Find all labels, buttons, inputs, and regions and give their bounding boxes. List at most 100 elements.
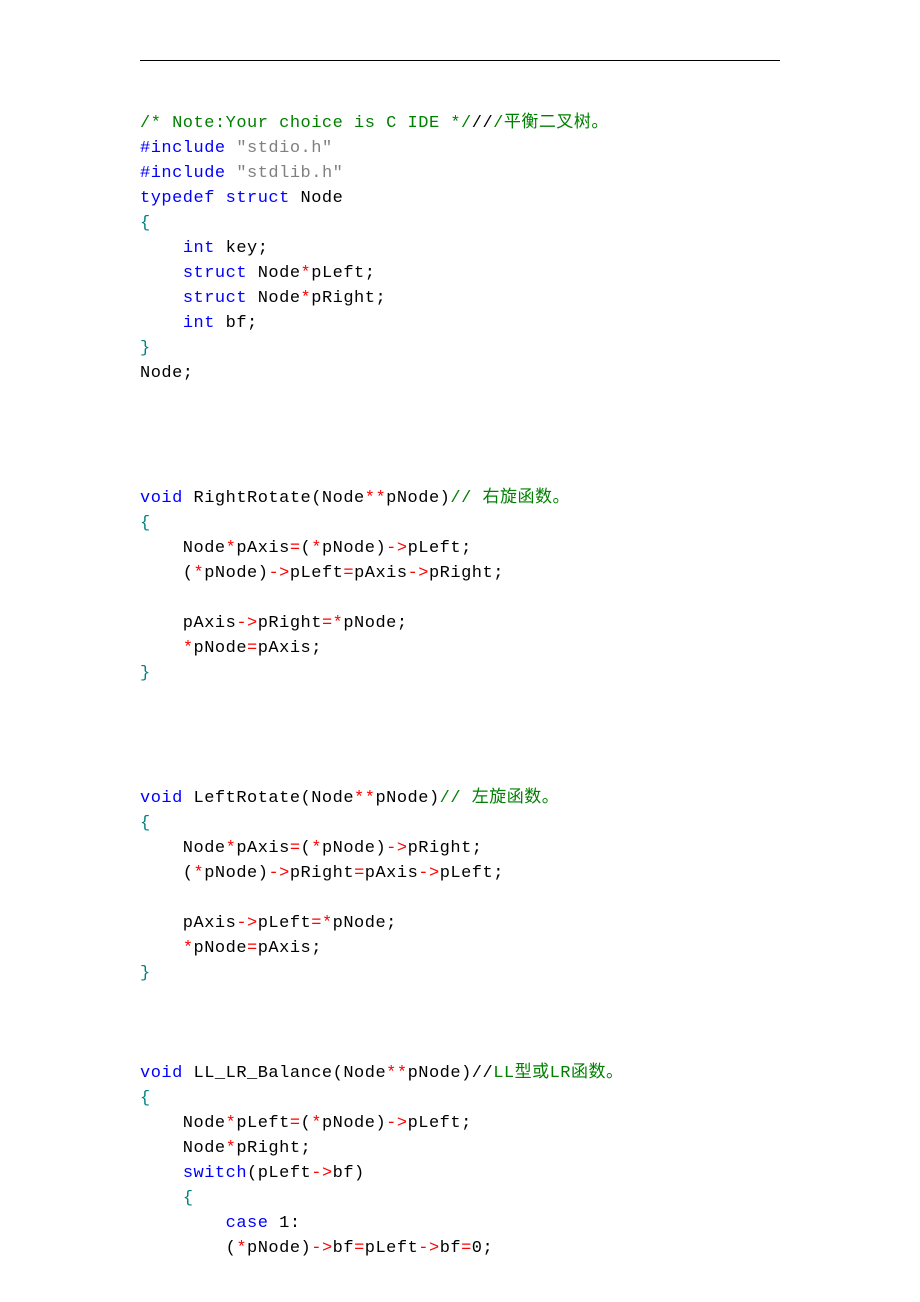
code-line: { (140, 511, 780, 536)
code-token (140, 1164, 183, 1183)
code-token: // (472, 114, 493, 133)
code-token: key; (215, 239, 269, 258)
code-token: =* (311, 914, 332, 933)
code-token: ( (301, 539, 312, 558)
code-token: * (301, 289, 312, 308)
code-token: * (226, 1114, 237, 1133)
code-line: pAxis->pRight=*pNode; (140, 611, 780, 636)
code-line: *pNode=pAxis; (140, 636, 780, 661)
code-token: ** (354, 789, 375, 808)
code-token: * (311, 1114, 322, 1133)
code-line: *pNode=pAxis; (140, 936, 780, 961)
code-token: struct (183, 264, 247, 283)
code-line: #include "stdio.h" (140, 136, 780, 161)
code-token: Node (140, 839, 226, 858)
code-token: 1: (268, 1214, 300, 1233)
code-line: (*pNode)->bf=pLeft->bf=0; (140, 1236, 780, 1261)
code-token: Node (290, 189, 344, 208)
code-token (140, 1189, 183, 1208)
code-token: (pLeft (247, 1164, 311, 1183)
code-line (140, 761, 780, 786)
code-token: pNode) (204, 864, 268, 883)
code-line: } (140, 661, 780, 686)
code-token: bf; (215, 314, 258, 333)
code-token: LeftRotate(Node (183, 789, 354, 808)
code-token: pAxis (140, 614, 236, 633)
code-token: // 左旋函数。 (440, 789, 560, 808)
code-token: 0; (472, 1239, 493, 1258)
code-line: case 1: (140, 1211, 780, 1236)
code-token: struct (183, 289, 247, 308)
code-token: ** (365, 489, 386, 508)
code-line (140, 586, 780, 611)
code-token: pLeft (236, 1114, 290, 1133)
code-token: bf) (333, 1164, 365, 1183)
code-token: -> (418, 864, 439, 883)
code-token: -> (408, 564, 429, 583)
code-token: pNode; (333, 914, 397, 933)
code-token (140, 264, 183, 283)
code-token: pNode; (343, 614, 407, 633)
code-line: void LeftRotate(Node**pNode)// 左旋函数。 (140, 786, 780, 811)
code-token: pAxis (354, 564, 408, 583)
code-token (140, 939, 183, 958)
code-token: -> (311, 1239, 332, 1258)
code-token: ( (140, 864, 194, 883)
code-line: { (140, 1086, 780, 1111)
code-token: =* (322, 614, 343, 633)
code-token: Node (140, 539, 226, 558)
code-token (140, 239, 183, 258)
code-token: } (140, 339, 151, 358)
code-line: struct Node*pLeft; (140, 261, 780, 286)
code-token: -> (386, 539, 407, 558)
code-token: pNode) (375, 789, 439, 808)
code-token: = (247, 639, 258, 658)
code-token (140, 1214, 226, 1233)
code-token: -> (311, 1164, 332, 1183)
code-token: pNode) (322, 1114, 386, 1133)
code-token: = (290, 839, 301, 858)
code-line: Node*pAxis=(*pNode)->pRight; (140, 836, 780, 861)
code-token: typedef struct (140, 189, 290, 208)
code-token: { (140, 1089, 151, 1108)
code-line: typedef struct Node (140, 186, 780, 211)
code-token: "stdlib.h" (236, 164, 343, 183)
code-token: switch (183, 1164, 247, 1183)
code-token: bf (333, 1239, 354, 1258)
code-token: pRight (258, 614, 322, 633)
code-line (140, 886, 780, 911)
code-token: pRight; (408, 839, 483, 858)
code-line (140, 1011, 780, 1036)
code-token: pAxis (140, 914, 236, 933)
code-token: /* Note:Your choice is C IDE */ (140, 114, 472, 133)
code-line: pAxis->pLeft=*pNode; (140, 911, 780, 936)
code-line (140, 711, 780, 736)
code-token: Node (247, 264, 301, 283)
code-token: RightRotate(Node (183, 489, 365, 508)
code-line: { (140, 211, 780, 236)
header-divider (140, 60, 780, 61)
code-line: Node*pRight; (140, 1136, 780, 1161)
code-line (140, 436, 780, 461)
code-token: = (247, 939, 258, 958)
code-token: pNode) (204, 564, 268, 583)
code-token: #include (140, 139, 236, 158)
code-token: = (354, 1239, 365, 1258)
code-line: switch(pLeft->bf) (140, 1161, 780, 1186)
code-line: } (140, 336, 780, 361)
code-token: -> (386, 839, 407, 858)
code-token: -> (268, 864, 289, 883)
code-token: * (226, 1139, 237, 1158)
code-line: #include "stdlib.h" (140, 161, 780, 186)
code-token: -> (236, 914, 257, 933)
code-token: pLeft; (440, 864, 504, 883)
code-token: pAxis (236, 839, 290, 858)
code-token: * (311, 839, 322, 858)
code-token: pLeft (258, 914, 312, 933)
code-token: pRight; (236, 1139, 311, 1158)
code-token: case (226, 1214, 269, 1233)
code-token: * (311, 539, 322, 558)
code-token: /平衡二叉树。 (493, 114, 609, 133)
code-token: pLeft (290, 564, 344, 583)
code-token: * (194, 564, 205, 583)
